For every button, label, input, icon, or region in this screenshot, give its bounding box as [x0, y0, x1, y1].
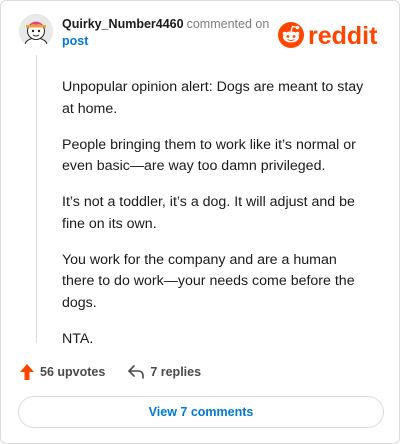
comment-paragraph: Unpopular opinion alert: Dogs are meant … — [62, 79, 364, 117]
arrow-up-icon[interactable] — [19, 363, 35, 381]
comment-paragraph: People bringing them to work like it’s n… — [62, 136, 356, 175]
view-comments-button[interactable]: View 7 comments — [18, 396, 384, 428]
comment-paragraph: NTA. — [62, 330, 94, 347]
comment-header: Quirky_Number4460 commented on — [62, 16, 269, 33]
reply-arrow-icon — [127, 364, 145, 380]
replies-count: 7 replies — [150, 365, 202, 379]
reddit-wordmark: reddit — [308, 22, 378, 50]
comment-body: Unpopular opinion alert: Dogs are meant … — [62, 77, 372, 365]
comment-card: Quirky_Number4460 commented on post reddi… — [0, 0, 400, 444]
replies-button[interactable]: 7 replies — [127, 364, 201, 380]
comment-paragraph: It’s not a toddler, it’s a dog. It will … — [62, 194, 355, 232]
action-text: commented on — [186, 17, 270, 31]
avatar[interactable] — [19, 14, 53, 48]
username[interactable]: Quirky_Number4460 — [62, 17, 184, 31]
upvote-count: 56 upvotes — [40, 365, 106, 379]
thread-line — [36, 55, 37, 343]
comment-actions: 56 upvotes 7 replies — [19, 362, 201, 382]
reddit-logo[interactable]: reddit — [277, 18, 385, 50]
comment-paragraph: You work for the company and are a human… — [62, 251, 355, 311]
post-link[interactable]: post — [62, 34, 88, 48]
